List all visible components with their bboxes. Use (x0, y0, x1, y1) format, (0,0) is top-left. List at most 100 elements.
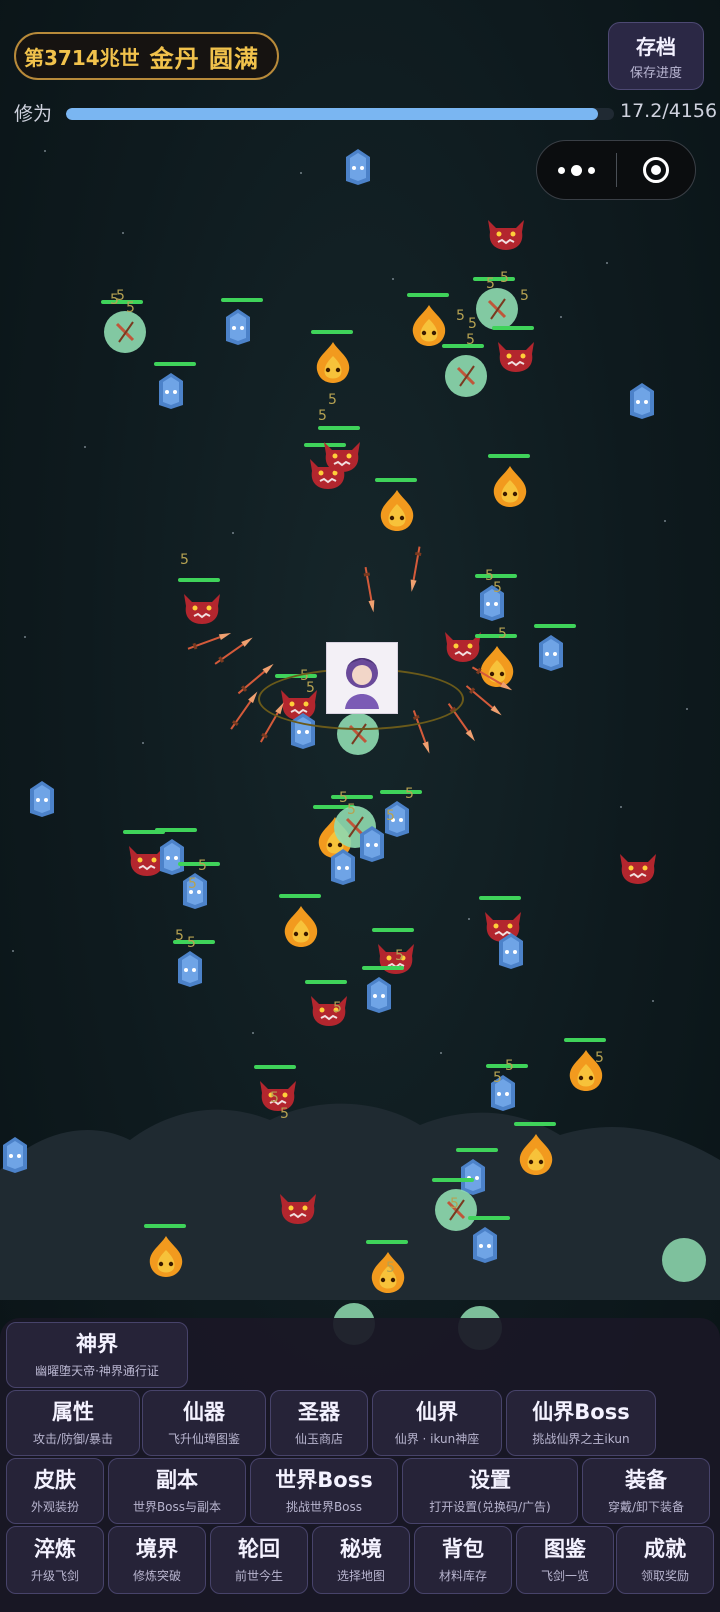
damage-number: 5 (110, 292, 119, 308)
damage-number: 5 (386, 1260, 395, 1276)
save-button[interactable]: 存档 保存进度 (608, 22, 704, 90)
menu-button-label: 副本 (156, 1468, 198, 1492)
damage-number: 5 (498, 626, 507, 642)
enemy-hp-bar (488, 454, 530, 458)
record-icon[interactable] (617, 157, 696, 183)
menu-button-row3-0[interactable]: 皮肤 外观装扮 (6, 1458, 104, 1524)
blue-ghost-icon (27, 780, 57, 822)
enemy-hp-bar (375, 478, 417, 482)
menu-button-row2-4[interactable]: 仙界Boss 挑战仙界之主ikun (506, 1390, 656, 1456)
menu-button-row3-1[interactable]: 副本 世界Boss与副本 (108, 1458, 246, 1524)
fire-spirit-icon (377, 488, 417, 536)
damage-number: 5 (500, 270, 509, 286)
damage-number: 5 (198, 858, 207, 874)
red-demon-icon (307, 990, 351, 1032)
menu-button-sublabel: 飞升仙璋图鉴 (167, 1432, 240, 1446)
damage-number: 5 (180, 552, 189, 568)
blue-ghost-icon (627, 382, 657, 424)
enemy-hp-bar (564, 1038, 606, 1042)
menu-button-label: 仙界Boss (532, 1400, 630, 1424)
menu-button-sublabel: 外观装扮 (30, 1500, 79, 1514)
menu-button-row4-4[interactable]: 背包 材料库存 (414, 1526, 512, 1594)
enemy-hp-bar (221, 298, 263, 302)
red-demon-icon (494, 336, 538, 378)
damage-number: 5 (595, 1050, 604, 1066)
red-demon-icon (276, 1188, 320, 1230)
enemy-hp-bar (442, 344, 484, 348)
more-dots-icon[interactable] (537, 164, 616, 176)
damage-number: 5 (493, 1070, 502, 1086)
menu-button-sublabel: 打开设置(兑换码/广告) (429, 1500, 551, 1514)
menu-button-row4-5[interactable]: 图鉴 飞剑一览 (516, 1526, 614, 1594)
menu-button-row2-2[interactable]: 圣器 仙玉商店 (270, 1390, 368, 1456)
menu-button-sublabel: 领取奖励 (640, 1569, 689, 1583)
damage-number: 5 (347, 802, 356, 818)
menu-button-label: 境界 (136, 1537, 178, 1561)
menu-button-row3-2[interactable]: 世界Boss 挑战世界Boss (250, 1458, 398, 1524)
damage-number: 5 (188, 876, 197, 892)
damage-number: 5 (386, 808, 395, 824)
menu-button-row2-3[interactable]: 仙界 仙界 · ikun神座 (372, 1390, 502, 1456)
realm-title: 第3714兆世 金丹 圆满 (14, 32, 280, 80)
red-demon-icon (484, 214, 528, 256)
enemy-hp-bar (366, 1240, 408, 1244)
fire-spirit-icon (281, 904, 321, 952)
damage-number: 5 (493, 580, 502, 596)
blue-ghost-icon (156, 372, 186, 414)
red-demon-icon (320, 436, 364, 478)
damage-number: 5 (280, 1106, 289, 1122)
menu-button-sublabel: 攻击/防御/暴击 (32, 1432, 114, 1446)
blue-ghost-icon (536, 634, 566, 676)
enemy-hp-bar (254, 1065, 296, 1069)
menu-button-row2-1[interactable]: 仙器 飞升仙璋图鉴 (142, 1390, 266, 1456)
miniprogram-capsule (536, 140, 696, 200)
blue-ghost-icon (223, 308, 253, 350)
red-demon-icon (180, 588, 224, 630)
damage-number: 5 (520, 288, 529, 304)
menu-button-sublabel: 升级飞剑 (30, 1569, 79, 1583)
fire-spirit-icon (313, 340, 353, 388)
menu-button-label: 秘境 (340, 1537, 382, 1561)
menu-button-row3-4[interactable]: 装备 穿戴/卸下装备 (582, 1458, 710, 1524)
menu-button-label: 属性 (52, 1400, 94, 1424)
flying-sword-icon (358, 565, 385, 614)
menu-button-label: 世界Boss (275, 1468, 373, 1492)
menu-button-sublabel: 穿戴/卸下装备 (607, 1500, 685, 1514)
menu-button-sublabel: 前世今生 (234, 1569, 283, 1583)
enemy-hp-bar (178, 578, 220, 582)
enemy-hp-bar (318, 426, 360, 430)
menu-button-row3-3[interactable]: 设置 打开设置(兑换码/广告) (402, 1458, 578, 1524)
save-button-sublabel: 保存进度 (629, 66, 682, 81)
green-slime-icon (103, 310, 147, 358)
damage-number: 5 (468, 316, 477, 332)
green-slime-icon (444, 354, 488, 402)
menu-button-sublabel: 材料库存 (438, 1569, 487, 1583)
enemy-hp-bar (362, 966, 404, 970)
cultivation-progress-bar (66, 108, 614, 120)
blue-ghost-icon (343, 148, 373, 190)
menu-button-label: 成就 (644, 1537, 686, 1561)
enemy-hp-bar (331, 795, 373, 799)
blue-ghost-icon (0, 1136, 30, 1178)
menu-button-row4-0[interactable]: 淬炼 升级飞剑 (6, 1526, 104, 1594)
menu-button-row2-0[interactable]: 属性攻击/防御/暴击 (6, 1390, 140, 1456)
save-button-label: 存档 (636, 35, 676, 59)
menu-button-label: 皮肤 (34, 1468, 76, 1492)
menu-button-row4-2[interactable]: 轮回 前世今生 (210, 1526, 308, 1594)
menu-button-label: 轮回 (238, 1537, 280, 1561)
menu-button-row4-1[interactable]: 境界 修炼突破 (108, 1526, 206, 1594)
menu-button-row4-3[interactable]: 秘境 选择地图 (312, 1526, 410, 1594)
menu-button-row1-0[interactable]: 神界 幽曜堕天帝·神界通行证 (6, 1322, 188, 1388)
blue-ghost-icon (364, 976, 394, 1018)
cultivation-value: 17.2/4156 (620, 100, 718, 122)
enemy-hp-bar (305, 980, 347, 984)
menu-button-row4-6[interactable]: 成就 领取奖励 (616, 1526, 714, 1594)
damage-number: 5 (395, 948, 404, 964)
damage-number: 5 (318, 408, 327, 424)
damage-number: 5 (333, 1000, 342, 1016)
damage-number: 5 (450, 1196, 459, 1212)
menu-button-label: 淬炼 (34, 1537, 76, 1561)
enemy-hp-bar (372, 928, 414, 932)
cultivation-progress-fill (66, 108, 598, 120)
enemy-hp-bar (311, 330, 353, 334)
